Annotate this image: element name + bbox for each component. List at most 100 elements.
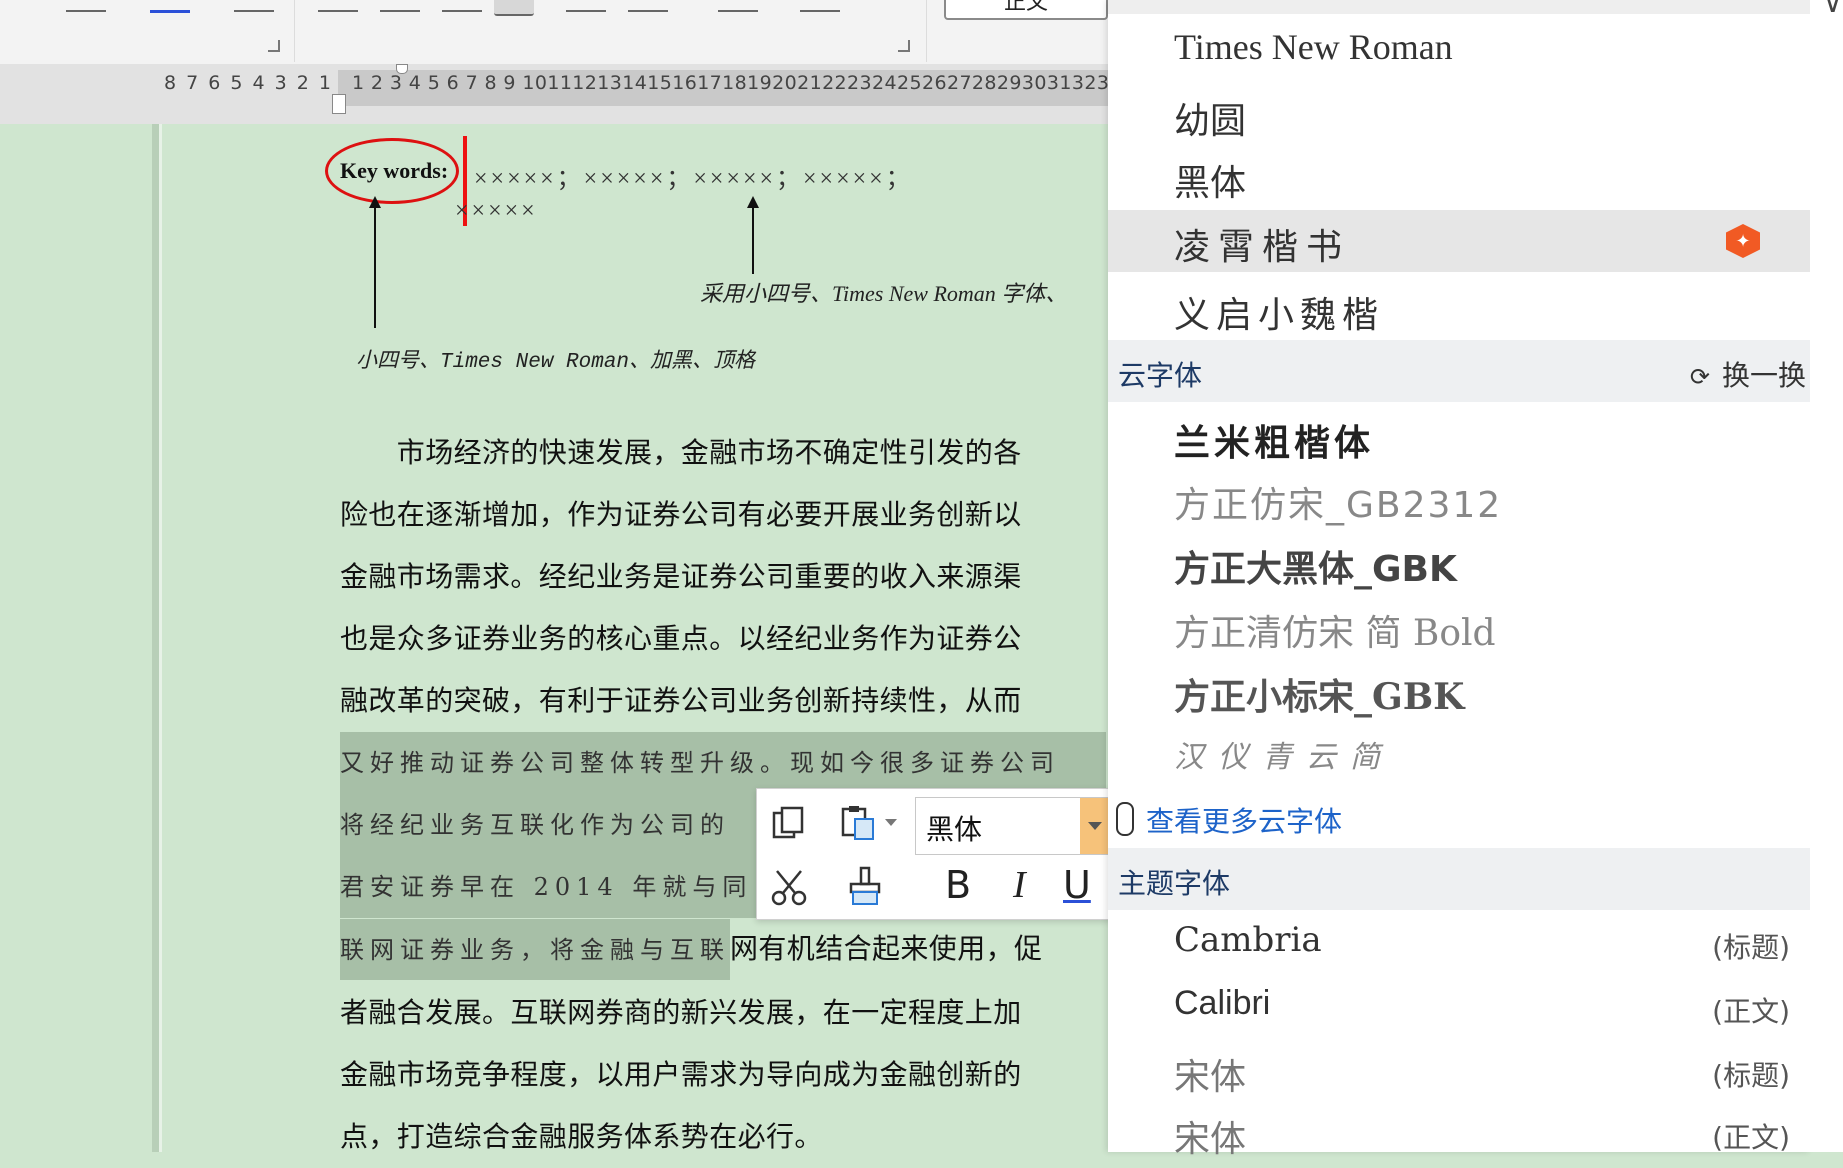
font-option-fangzheng-qingfangsong[interactable]: 方正清仿宋 简 Bold bbox=[1108, 596, 1810, 658]
font-option-songti-body[interactable]: 宋体 (正文) bbox=[1108, 1102, 1810, 1164]
font-option-label: Cambria bbox=[1174, 920, 1322, 960]
left-indent-marker[interactable] bbox=[332, 94, 346, 114]
arrow-up-icon bbox=[752, 206, 754, 274]
font-role-tag: (正文) bbox=[1712, 990, 1790, 1030]
align-right-icon[interactable] bbox=[442, 0, 482, 12]
font-option-cambria[interactable]: Cambria (标题) bbox=[1108, 912, 1810, 974]
body-text-line: 者融合发展。互联网券商的新兴发展，在一定程度上加 bbox=[340, 982, 1106, 1044]
more-cloud-fonts-label: 查看更多云字体 bbox=[1146, 800, 1342, 840]
font-option-fangzheng-fangsong[interactable]: 方正仿宋_GB2312 bbox=[1108, 468, 1810, 530]
font-option-fangzheng-xiaobiaosong[interactable]: 方正小标宋_GBK bbox=[1108, 660, 1810, 722]
font-option-label: 兰米粗楷体 bbox=[1174, 414, 1374, 466]
copy-icon[interactable] bbox=[767, 801, 811, 845]
body-text-line: 金融市场竞争程度，以用户需求为导向成为金融创新的 bbox=[340, 1044, 1106, 1106]
selected-text-line: 将经纪业务互联化作为公司的 bbox=[340, 794, 756, 856]
font-option-label: 方正清仿宋 简 Bold bbox=[1174, 604, 1496, 656]
align-center-icon[interactable] bbox=[380, 0, 420, 12]
body-text-line: 金融市场需求。经纪业务是证券公司重要的收入来源渠 bbox=[340, 546, 1106, 608]
body-text-segment: 网有机结合起来使用，促 bbox=[730, 918, 1042, 980]
right-edge-strip: ∨ bbox=[1810, 0, 1843, 1152]
font-option-songti-heading[interactable]: 宋体 (标题) bbox=[1108, 1040, 1810, 1102]
ribbon-toolbar: 正文 bbox=[0, 0, 1110, 65]
keywords-label: Key words: bbox=[340, 158, 448, 184]
body-text-line: 融改革的突破，有利于证券公司业务创新持续性，从而 bbox=[340, 670, 1106, 732]
paste-options-chevron-down-icon[interactable] bbox=[881, 801, 901, 845]
paste-icon[interactable] bbox=[837, 801, 881, 845]
body-text-line: 险也在逐渐增加，作为证券公司有必要开展业务创新以 bbox=[340, 484, 1106, 546]
font-option-label: 方正仿宋_GB2312 bbox=[1174, 476, 1502, 528]
font-dialog-launcher-icon[interactable] bbox=[268, 40, 280, 52]
chevron-down-icon[interactable]: ∨ bbox=[1823, 0, 1843, 19]
format-painter-icon[interactable] bbox=[843, 865, 887, 909]
body-text-line: 点，打造综合金融服务体系势在必行。 bbox=[340, 1106, 1106, 1168]
selected-text-line: 君安证券早在 2014 年就与同 bbox=[340, 856, 756, 918]
align-left-icon[interactable] bbox=[318, 0, 358, 12]
font-option-label: 幼圆 bbox=[1174, 92, 1246, 144]
font-option-lanmi-cukaiti[interactable]: 兰米粗楷体 bbox=[1108, 406, 1810, 468]
refresh-label: 换一换 bbox=[1722, 359, 1806, 392]
font-color-icon[interactable] bbox=[150, 0, 190, 13]
font-name-value: 黑体 bbox=[926, 808, 982, 848]
font-option-label: 方正大黑体_GBK bbox=[1174, 540, 1457, 592]
font-option-label: 汉仪青云简 bbox=[1174, 732, 1394, 776]
ruler-right-numbers: 1 2 3 4 5 6 7 8 9 1011121314151617181920… bbox=[352, 72, 1110, 94]
keywords-line: ×××××；×××××；×××××；×××××； bbox=[474, 158, 913, 193]
underline-button[interactable]: U bbox=[1063, 863, 1091, 907]
panel-top-strip bbox=[1108, 0, 1810, 14]
font-option-label: 宋体 bbox=[1174, 1110, 1246, 1162]
font-option-lingxiao-kaishu[interactable]: 凌霄楷书 ✦ bbox=[1108, 210, 1810, 272]
cloud-fonts-header: 云字体 ⟳ 换一换 bbox=[1108, 340, 1810, 402]
font-option-times-new-roman[interactable]: Times New Roman bbox=[1108, 18, 1810, 80]
selected-text-line: 又好推动证券公司整体转型升级。现如今很多证券公司 bbox=[340, 732, 1106, 794]
font-option-label: 宋体 bbox=[1174, 1048, 1246, 1100]
italic-button[interactable]: I bbox=[1013, 863, 1026, 907]
font-option-hanyi-qingyun[interactable]: 汉仪青云简 bbox=[1108, 724, 1810, 786]
font-option-heiti[interactable]: 黑体 bbox=[1108, 146, 1810, 208]
character-shading-icon[interactable] bbox=[234, 0, 274, 12]
border-icon[interactable] bbox=[66, 0, 106, 12]
section-title: 主题字体 bbox=[1118, 862, 1230, 902]
paragraph-dialog-launcher-icon[interactable] bbox=[898, 40, 910, 52]
font-option-label: 黑体 bbox=[1174, 154, 1246, 206]
selected-text-segment: 联网证券业务，将金融与互联 bbox=[340, 919, 730, 980]
ruler-left-numbers: 8 7 6 5 4 3 2 1 bbox=[164, 72, 333, 94]
annotation-note: 采用小四号、Times New Roman 字体、 bbox=[700, 276, 1067, 308]
toolbar-divider bbox=[294, 0, 295, 62]
font-option-label: 凌霄楷书 bbox=[1174, 218, 1350, 270]
sort-icon[interactable] bbox=[718, 0, 758, 12]
font-option-youyuan[interactable]: 幼圆 bbox=[1108, 84, 1810, 146]
first-line-indent-marker[interactable] bbox=[396, 64, 408, 74]
line-spacing-icon[interactable] bbox=[628, 0, 668, 12]
section-title: 云字体 bbox=[1118, 354, 1202, 394]
annotation-note: 小四号、Times New Roman、加黑、顶格 bbox=[356, 344, 755, 374]
show-marks-icon[interactable] bbox=[800, 0, 840, 12]
body-text-line: 也是众多证券业务的核心重点。以经纪业务作为证券公 bbox=[340, 608, 1106, 670]
distributed-align-icon[interactable] bbox=[566, 0, 606, 12]
font-dropdown-chevron-down-icon[interactable] bbox=[1080, 798, 1110, 854]
font-option-calibri[interactable]: Calibri (正文) bbox=[1108, 976, 1810, 1038]
mini-format-toolbar: 黑体 B I U bbox=[756, 788, 1112, 920]
style-preview-normal[interactable]: 正文 bbox=[944, 0, 1108, 20]
more-cloud-fonts-link[interactable]: 查看更多云字体 bbox=[1108, 790, 1810, 850]
font-option-label: Times New Roman bbox=[1174, 26, 1453, 68]
page-edge bbox=[159, 124, 162, 1152]
bold-button[interactable]: B bbox=[945, 863, 971, 907]
font-dropdown-panel: Times New Roman 幼圆 黑体 凌霄楷书 ✦ 义启小魏楷 云字体 ⟳… bbox=[1108, 0, 1810, 1152]
font-option-yiqi-xiaoweikai[interactable]: 义启小魏楷 bbox=[1108, 278, 1810, 340]
font-name-combobox[interactable]: 黑体 bbox=[915, 797, 1111, 855]
mixed-text-line: 联网证券业务，将金融与互联网有机结合起来使用，促 bbox=[340, 918, 1106, 980]
font-option-label: Calibri bbox=[1174, 984, 1270, 1023]
font-option-fangzheng-dahei[interactable]: 方正大黑体_GBK bbox=[1108, 532, 1810, 594]
keywords-line: ××××× bbox=[455, 198, 538, 225]
font-role-tag: (标题) bbox=[1712, 926, 1790, 966]
cloud-font-badge-icon: ✦ bbox=[1726, 224, 1760, 258]
cut-icon[interactable] bbox=[767, 865, 811, 909]
body-text-line: 市场经济的快速发展，金融市场不确定性引发的各 bbox=[340, 422, 1106, 484]
font-role-tag: (标题) bbox=[1712, 1054, 1790, 1094]
refresh-button[interactable]: ⟳ 换一换 bbox=[1690, 354, 1806, 394]
theme-fonts-header: 主题字体 bbox=[1108, 848, 1810, 910]
justify-icon[interactable] bbox=[494, 0, 534, 16]
font-option-label: 义启小魏楷 bbox=[1174, 286, 1384, 338]
mouse-icon bbox=[1116, 802, 1134, 836]
refresh-icon: ⟳ bbox=[1690, 363, 1710, 391]
